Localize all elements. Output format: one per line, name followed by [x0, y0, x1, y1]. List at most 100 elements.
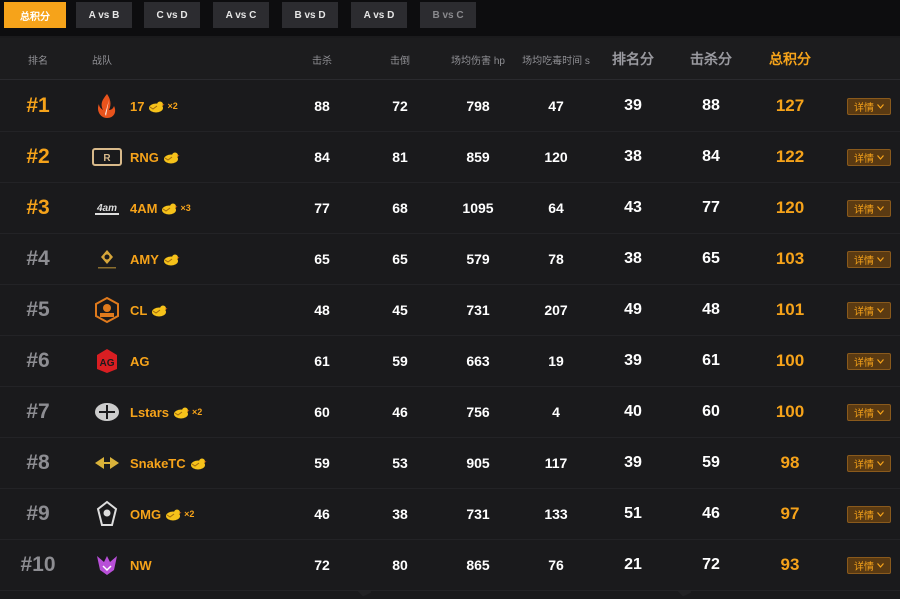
rank-label: #3	[26, 196, 50, 219]
detail-button[interactable]: 详情	[847, 98, 891, 115]
cell-kill-score: 59	[702, 454, 720, 471]
col-knocks: 击倒	[390, 55, 410, 67]
cell-damage: 731	[466, 302, 490, 318]
cell-kills: 46	[314, 506, 330, 522]
chicken-dinner-icon	[172, 406, 190, 419]
detail-button[interactable]: 详情	[847, 353, 891, 370]
team-name: 4AM	[130, 200, 158, 216]
team-name-group: CL	[130, 285, 168, 335]
team-name-group: AMY	[130, 234, 180, 284]
win-multiplier: ×2	[167, 101, 178, 111]
tab-a-vs-d[interactable]: A vs D	[351, 2, 407, 28]
rank-label: #4	[26, 247, 50, 270]
detail-button[interactable]: 详情	[847, 200, 891, 217]
cell-kill-score: 46	[702, 505, 720, 522]
tab-a-vs-c[interactable]: A vs C	[213, 2, 269, 28]
chicken-dinner-icon	[147, 100, 165, 113]
cell-rank-score: 39	[624, 454, 642, 471]
table-row: #2 R RNG 84 81 859 120 38 84 122 详情	[0, 132, 900, 183]
cell-total: 100	[775, 351, 805, 370]
cell-knocks: 68	[392, 200, 408, 216]
cell-poison: 120	[544, 149, 568, 165]
cell-kill-score: 65	[702, 250, 720, 267]
cell-total: 93	[780, 555, 800, 574]
detail-button[interactable]: 详情	[847, 455, 891, 472]
detail-label: 详情	[854, 256, 874, 267]
cell-kills: 84	[314, 149, 330, 165]
win-multiplier: ×3	[180, 203, 191, 213]
detail-label: 详情	[854, 460, 874, 471]
detail-label: 详情	[854, 511, 874, 522]
rank-label: #1	[26, 94, 50, 117]
cell-damage: 859	[466, 149, 490, 165]
rank-label: #5	[26, 298, 50, 321]
rank-label: #9	[26, 502, 50, 525]
chevron-down-icon	[877, 509, 884, 520]
rank-label: #8	[26, 451, 50, 474]
cell-kills: 77	[314, 200, 330, 216]
detail-label: 详情	[854, 358, 874, 369]
cell-poison: 207	[544, 302, 568, 318]
cell-damage: 1095	[462, 200, 494, 216]
cell-poison: 78	[548, 251, 564, 267]
cell-kills: 59	[314, 455, 330, 471]
team-name: 17	[130, 98, 145, 114]
win-multiplier: ×2	[184, 509, 195, 519]
table-row: #1 17 ×2 88 72 798 47 39 88 127 详情	[0, 81, 900, 132]
detail-label: 详情	[854, 409, 874, 420]
standings-table: #1 17 ×2 88 72 798 47 39 88 127 详情 #2 R RNG 84 81 859 120…	[0, 81, 900, 591]
detail-button[interactable]: 详情	[847, 149, 891, 166]
col-rank: 排名	[28, 55, 48, 67]
detail-button[interactable]: 详情	[847, 302, 891, 319]
team-name-group: RNG	[130, 132, 180, 182]
team-logo-icon: R	[92, 142, 122, 172]
cell-damage: 663	[466, 353, 490, 369]
tab-c-vs-d[interactable]: C vs D	[144, 2, 200, 28]
detail-button[interactable]: 详情	[847, 404, 891, 421]
chicken-dinner-icon	[150, 304, 168, 317]
detail-button[interactable]: 详情	[847, 506, 891, 523]
rank-label: #6	[26, 349, 50, 372]
win-multiplier: ×2	[192, 407, 203, 417]
team-name: RNG	[130, 149, 159, 165]
detail-button[interactable]: 详情	[847, 557, 891, 574]
table-row: #4 AMY 65 65 579 78 38 65 103 详情	[0, 234, 900, 285]
cell-kills: 61	[314, 353, 330, 369]
chevron-down-icon	[877, 356, 884, 367]
team-name-group: 17 ×2	[130, 81, 178, 131]
chevron-down-icon	[877, 101, 884, 112]
cell-rank-score: 43	[624, 199, 642, 216]
team-name-group: OMG ×2	[130, 489, 194, 539]
detail-button[interactable]: 详情	[847, 251, 891, 268]
cell-knocks: 38	[392, 506, 408, 522]
tab-b-vs-c[interactable]: B vs C	[420, 2, 476, 28]
cell-kill-score: 48	[702, 301, 720, 318]
col-total-score: 总积分	[769, 51, 811, 67]
cell-kills: 60	[314, 404, 330, 420]
cell-total: 98	[780, 453, 800, 472]
chicken-dinner-icon	[160, 202, 178, 215]
cell-damage: 865	[466, 557, 490, 573]
team-logo-icon	[92, 295, 122, 325]
cell-poison: 47	[548, 98, 564, 114]
cell-poison: 117	[544, 455, 568, 471]
team-name: Lstars	[130, 404, 170, 420]
cell-poison: 76	[548, 557, 564, 573]
team-name: AG	[130, 353, 150, 369]
chevron-down-icon	[877, 458, 884, 469]
cell-kill-score: 61	[702, 352, 720, 369]
tab-a-vs-b[interactable]: A vs B	[76, 2, 132, 28]
cell-kill-score: 72	[702, 556, 720, 573]
cell-damage: 756	[466, 404, 490, 420]
cell-kill-score: 84	[702, 148, 720, 165]
table-row: #7 Lstars ×2 60 46 756 4 40 60 100 详情	[0, 387, 900, 438]
tab-total-score[interactable]: 总积分	[4, 2, 66, 28]
cell-total: 100	[775, 402, 805, 421]
team-name: AMY	[130, 251, 159, 267]
cell-kills: 72	[314, 557, 330, 573]
tab-b-vs-d[interactable]: B vs D	[282, 2, 338, 28]
cell-total: 122	[775, 147, 805, 166]
rank-label: #7	[26, 400, 50, 423]
team-name: OMG	[130, 506, 162, 522]
cell-kills: 48	[314, 302, 330, 318]
